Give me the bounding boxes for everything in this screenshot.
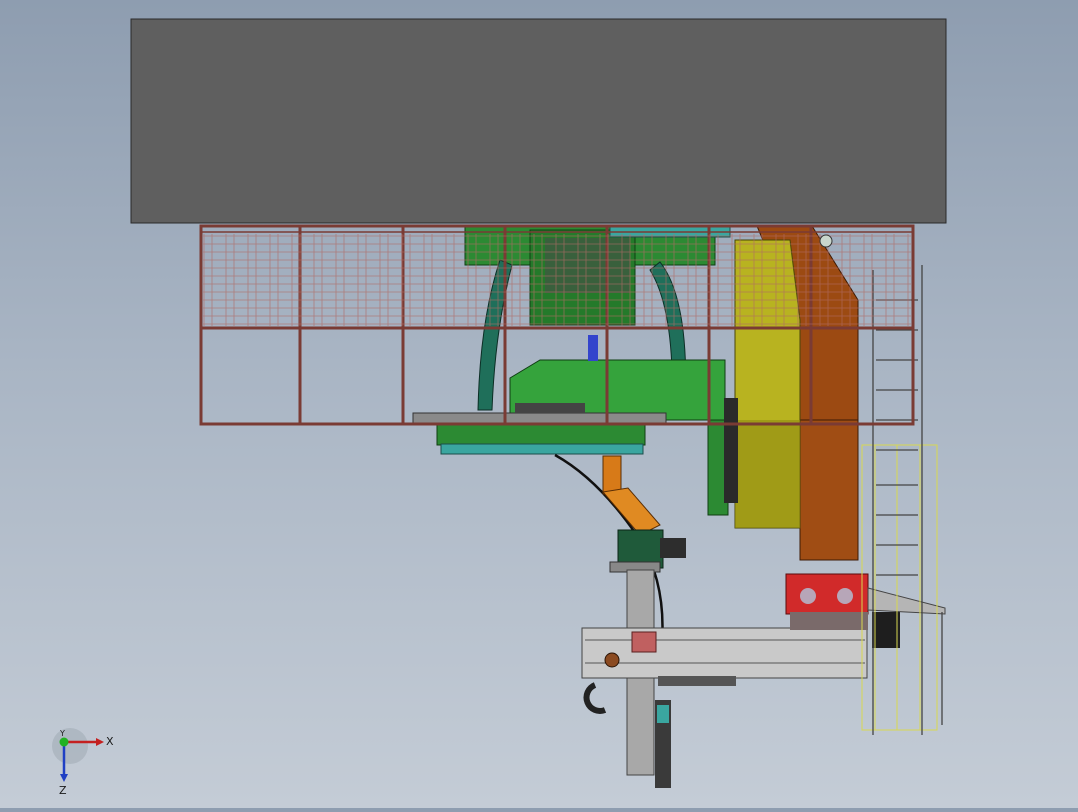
rail-gear xyxy=(604,652,620,668)
frame-mesh xyxy=(203,234,911,326)
rail-carriage xyxy=(631,631,657,653)
red-base xyxy=(785,573,869,615)
cad-viewport[interactable]: X Y Z xyxy=(0,0,1078,808)
dark-roller xyxy=(872,612,900,648)
x-axis-label: X xyxy=(106,735,114,748)
roof-slab xyxy=(130,18,947,224)
z-axis-label: Z xyxy=(59,784,67,797)
robot-motor xyxy=(660,538,686,558)
y-axis-label: Y xyxy=(59,729,65,738)
rail-hook xyxy=(583,682,607,714)
teal-plate-upper xyxy=(436,424,646,446)
vent-circle xyxy=(819,234,833,248)
post-side-teal xyxy=(657,705,669,723)
blue-rod xyxy=(588,335,598,361)
side-bracket xyxy=(867,587,946,615)
robot-link-upper xyxy=(602,455,622,495)
axis-triad: X Y Z xyxy=(52,728,114,797)
dark-wheel xyxy=(724,398,738,503)
red-base-foot xyxy=(790,612,868,630)
assembly-model xyxy=(130,18,947,788)
column-lower xyxy=(799,419,859,561)
comb-plate xyxy=(515,403,585,413)
rail-beam xyxy=(581,627,868,679)
ladder-rails xyxy=(872,265,943,735)
yellow-panel-shade xyxy=(735,420,800,528)
rail-underside xyxy=(658,676,736,686)
teal-plate-lower xyxy=(440,443,644,455)
